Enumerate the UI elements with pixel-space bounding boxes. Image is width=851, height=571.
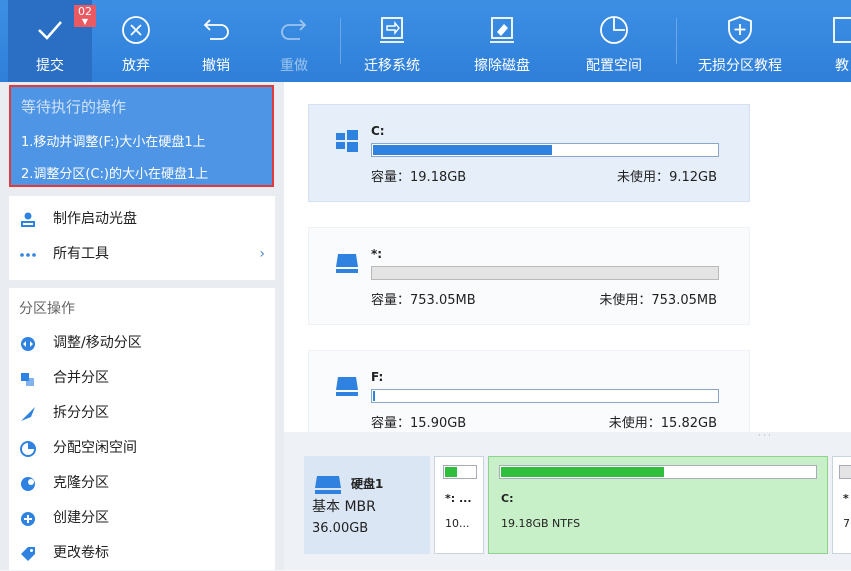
usage-bar [371,266,719,280]
disk-size: 36.00GB [312,521,369,536]
segment-name: *: ... [445,492,472,505]
drive-icon [336,254,358,273]
cancel-circle-icon [122,16,150,44]
submit-button[interactable]: 02 ▼ 提交 [8,0,96,82]
disk-type: 基本 MBR [312,499,376,515]
free-space-text: 未使用：9.12GB [617,170,717,185]
migrate-disk-icon [380,17,404,43]
merge-partition-item[interactable]: 合并分区 [9,361,275,396]
change-label-item[interactable]: 更改卷标 [9,536,275,571]
windows-icon [336,130,358,152]
segment-usage-bar [839,465,851,479]
disk-segment-next[interactable]: * 7 [832,456,851,554]
split-partition-item[interactable]: 拆分分区 [9,396,275,431]
allocate-icon [20,441,36,457]
allocate-free-space-item[interactable]: 分配空闲空间 [9,431,275,466]
wipe-disk-button[interactable]: 擦除磁盘 [460,0,544,82]
pending-title: 等待执行的操作 [21,98,127,116]
usage-fill [373,145,552,155]
partition-name: F: [371,370,384,384]
segment-usage-fill [501,467,664,477]
more-dots-icon [20,253,36,257]
tools-panel: 制作启动光盘 所有工具 › [9,196,275,280]
splitter-handle[interactable]: · · · [284,431,851,440]
disk-info-card[interactable]: 硬盘1 基本 MBR 36.00GB [304,456,430,554]
capacity-text: 容量：19.18GB [371,170,467,185]
document-icon [833,17,851,43]
all-tools-item[interactable]: 所有工具 › [9,237,275,272]
segment-usage-bar [499,465,817,479]
partition-operations-panel: 分区操作 调整/移动分区 合并分区 拆分分区 分配空闲空间 克隆分区 创建分区 … [9,288,275,570]
pending-count-badge: 02 ▼ [74,5,96,27]
shield-plus-icon [728,16,752,44]
free-space-text: 未使用：15.82GB [608,416,717,431]
merge-icon [21,373,34,386]
segment-desc: 10... [445,517,470,530]
eraser-disk-icon [490,17,514,43]
toolbar-separator [340,18,341,64]
pie-chart-icon [600,16,628,44]
split-icon [21,407,35,421]
partition-card-unallocated[interactable]: *: 容量：753.05MB 未使用：753.05MB [308,227,750,325]
hard-disk-icon [315,476,341,494]
pending-operation-item[interactable]: 1.移动并调整(F:)大小在硬盘1上 [21,131,206,150]
undo-button[interactable]: 撤销 [180,0,252,82]
free-space-text: 未使用：753.05MB [599,293,717,308]
resize-move-partition-item[interactable]: 调整/移动分区 [9,326,275,361]
usage-fill [373,391,375,401]
clone-partition-item[interactable]: 克隆分区 [9,466,275,501]
segment-usage-bar [443,465,477,479]
main-panel: C: 容量：19.18GB 未使用：9.12GB *: 容量：753.05MB … [284,82,851,570]
capacity-text: 容量：753.05MB [371,293,476,308]
usage-bar [371,389,719,403]
allocate-space-button[interactable]: 配置空间 [572,0,656,82]
redo-button[interactable]: 重做 [258,0,330,82]
segment-desc: 19.18GB NTFS [501,517,581,530]
partition-name: *: [371,247,383,261]
check-icon [38,21,62,40]
toolbar-separator [676,18,677,64]
sidebar: 等待执行的操作 1.移动并调整(F:)大小在硬盘1上 2.调整分区(C:)的大小… [0,82,284,570]
more-tutorial-button[interactable]: 教 [820,0,851,82]
clone-icon [21,477,35,491]
create-partition-item[interactable]: 创建分区 [9,501,275,536]
segment-name: * [843,492,849,505]
make-boot-disc-item[interactable]: 制作启动光盘 [9,202,275,237]
segment-desc: 7 [843,517,850,530]
partition-card-c[interactable]: C: 容量：19.18GB 未使用：9.12GB [308,104,750,202]
disk-name: 硬盘1 [351,477,384,491]
tutorial-button[interactable]: 无损分区教程 [690,0,790,82]
pending-operation-item[interactable]: 2.调整分区(C:)的大小在硬盘1上 [21,163,208,182]
pending-operations-panel: 等待执行的操作 1.移动并调整(F:)大小在硬盘1上 2.调整分区(C:)的大小… [9,85,274,187]
segment-name: C: [501,492,514,505]
disk-map: 硬盘1 基本 MBR 36.00GB *: ... 10... C: 19.18… [284,440,851,570]
undo-icon [203,19,229,40]
discard-button[interactable]: 放弃 [100,0,172,82]
create-icon [21,512,35,526]
migrate-system-button[interactable]: 迁移系统 [350,0,434,82]
section-title: 分区操作 [19,301,75,317]
drive-icon [336,377,358,396]
chevron-right-icon: › [259,246,265,262]
partition-card-f[interactable]: F: 容量：15.90GB 未使用：15.82GB [308,350,750,434]
toolbar: 02 ▼ 提交 放弃 撤销 重做 迁移系统 擦除磁盘 配置空间 无损分区教程 教 [0,0,851,82]
redo-icon [281,19,307,40]
disk-segment-unallocated[interactable]: *: ... 10... [434,456,484,554]
resize-icon [21,337,35,351]
disk-segment-c[interactable]: C: 19.18GB NTFS [488,456,828,554]
segment-usage-fill [445,467,457,477]
boot-disc-icon [21,212,35,227]
capacity-text: 容量：15.90GB [371,416,467,431]
grip-dots-icon: · · · [758,431,771,440]
usage-bar [371,143,719,157]
label-icon [21,547,35,561]
partition-name: C: [371,124,385,138]
